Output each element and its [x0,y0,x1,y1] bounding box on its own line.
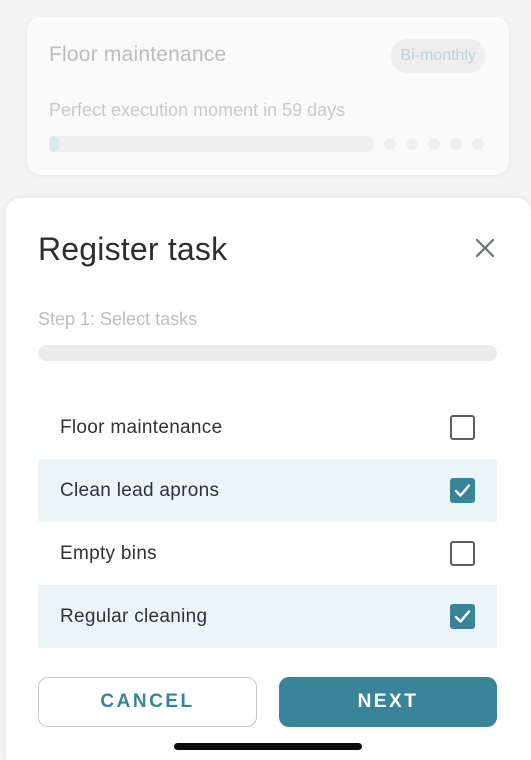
dot [428,138,440,150]
step-label: Step 1: Select tasks [38,309,198,329]
checkbox[interactable] [450,541,475,566]
cancel-button[interactable]: CANCEL [38,677,257,727]
task-row[interactable]: Empty bins [38,522,497,585]
home-indicator [174,743,362,750]
dot [384,138,396,150]
checkbox[interactable] [450,415,475,440]
task-card-progress-fill [49,136,59,152]
dot [450,138,462,150]
task-card-title: Floor maintenance [49,43,227,66]
register-task-sheet: Register task Step 1: Select tasks Floor… [6,198,531,760]
task-list: Floor maintenance Clean lead aprons Empt… [38,396,497,648]
task-label: Regular cleaning [60,605,208,627]
checkmark-icon [454,610,471,623]
task-label: Floor maintenance [60,416,223,438]
task-row[interactable]: Regular cleaning [38,585,497,648]
next-button[interactable]: NEXT [279,677,497,727]
dot [472,138,484,150]
sheet-title: Register task [38,231,228,267]
checkbox[interactable] [450,604,475,629]
task-label: Clean lead aprons [60,479,220,501]
close-icon[interactable] [472,235,498,261]
task-label: Empty bins [60,542,157,564]
task-row[interactable]: Floor maintenance [38,396,497,459]
frequency-badge: Bi-monthly [390,39,486,73]
dot [406,138,418,150]
checkmark-icon [454,484,471,497]
step-progress-bar [38,345,497,361]
task-row[interactable]: Clean lead aprons [38,459,497,522]
task-card-progress-bar [49,136,374,152]
background-screen: Floor maintenance Bi-monthly Perfect exe… [0,0,531,200]
task-card-subtitle: Perfect execution moment in 59 days [49,100,346,120]
task-card-dots [384,138,484,150]
checkbox[interactable] [450,478,475,503]
task-card: Floor maintenance Bi-monthly Perfect exe… [27,17,509,175]
